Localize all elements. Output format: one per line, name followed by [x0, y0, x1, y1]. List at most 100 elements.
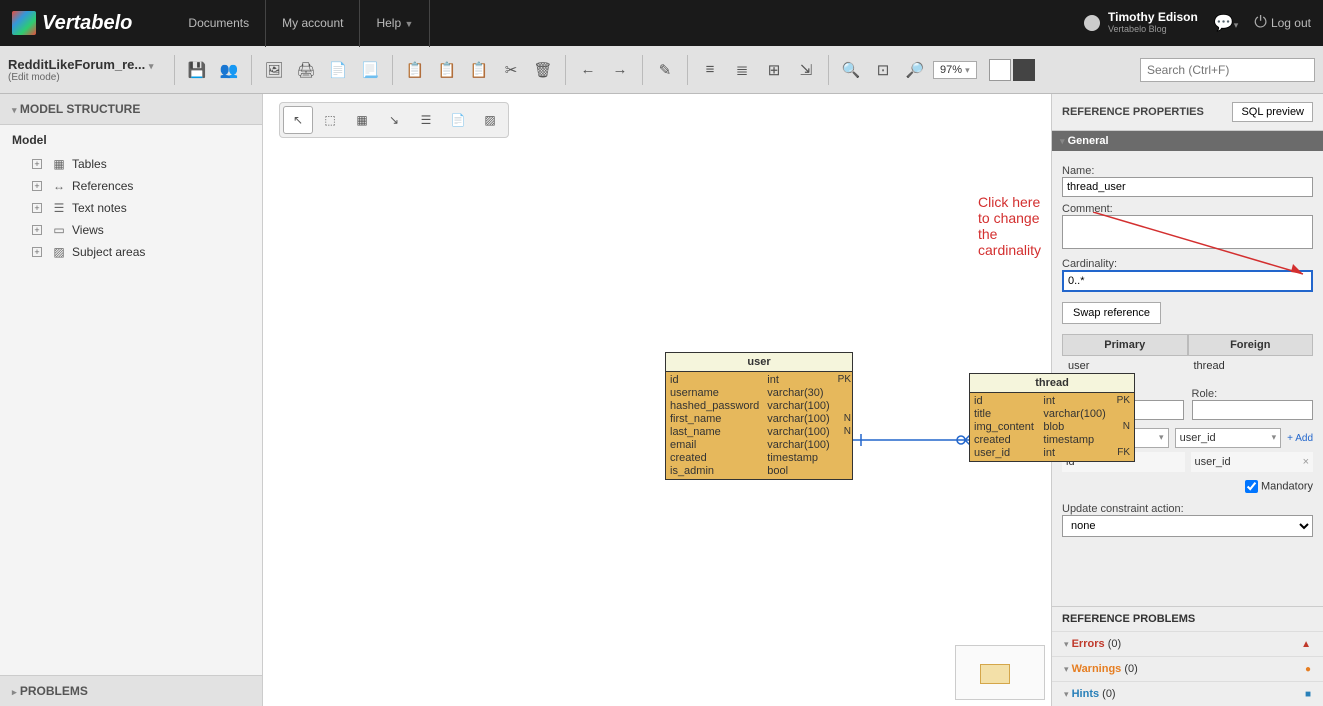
entity-user-header: user — [666, 353, 852, 372]
sql-preview-button[interactable]: SQL preview — [1232, 102, 1313, 122]
top-bar: Vertabelo Documents My account Help ▼ Ti… — [0, 0, 1323, 46]
search-input[interactable] — [1140, 58, 1315, 82]
reference-problems: REFERENCE PROBLEMS ▾ Errors (0) ▲ ▾ Warn… — [1052, 606, 1323, 706]
tree-item-views[interactable]: +▭Views — [12, 219, 250, 241]
foreign-role-input[interactable] — [1192, 400, 1314, 420]
model-tree: Model +▦Tables +↔References +☰Text notes… — [0, 125, 262, 675]
save-icon[interactable]: 💾 — [183, 56, 211, 84]
align-distribute-icon[interactable]: ⊞ — [760, 56, 788, 84]
panel-right-toggle[interactable] — [1013, 59, 1035, 81]
zoom-level[interactable]: 97% ▾ — [933, 61, 977, 79]
tree-root[interactable]: Model — [12, 133, 250, 147]
paste-icon[interactable]: 📋 — [433, 56, 461, 84]
entity-user-body: idintPK usernamevarchar(30) hashed_passw… — [666, 372, 852, 479]
user-block[interactable]: Timothy Edison Vertabelo Blog — [1084, 11, 1198, 34]
user-name: Timothy Edison — [1108, 11, 1198, 24]
avatar-icon — [1084, 15, 1100, 31]
panel-left-toggle[interactable] — [989, 59, 1011, 81]
mandatory-row: Mandatory — [1062, 480, 1313, 493]
tree-item-subjectareas[interactable]: +▨Subject areas — [12, 241, 250, 263]
toolbar: RedditLikeForum_re... ▾ (Edit mode) 💾 👥 … — [0, 46, 1323, 94]
zoom-in-icon[interactable]: 🔎 — [901, 56, 929, 84]
name-input[interactable] — [1062, 177, 1313, 197]
redo-icon[interactable]: → — [606, 56, 634, 84]
hint-icon: ■ — [1305, 689, 1311, 700]
area-icon: ▨ — [52, 245, 66, 259]
paste-special-icon[interactable]: 📋 — [465, 56, 493, 84]
primary-header: Primary — [1062, 334, 1188, 356]
tree-item-references[interactable]: +↔References — [12, 175, 250, 197]
top-menu: Documents My account Help ▼ — [172, 0, 430, 47]
error-icon: ▲ — [1301, 639, 1311, 650]
search-box — [1140, 58, 1315, 82]
undo-icon[interactable]: ← — [574, 56, 602, 84]
document-title-block[interactable]: RedditLikeForum_re... ▾ (Edit mode) — [8, 57, 158, 83]
entity-thread[interactable]: thread idintPK titlevarchar(100) img_con… — [969, 373, 1135, 462]
table-icon: ▦ — [52, 157, 66, 171]
logo[interactable]: Vertabelo — [12, 11, 132, 35]
document-mode: (Edit mode) — [8, 72, 158, 83]
entity-thread-body: idintPK titlevarchar(100) img_contentblo… — [970, 393, 1134, 461]
align-center-icon[interactable]: ≣ — [728, 56, 756, 84]
logout-link[interactable]: ⏻ Log out — [1254, 14, 1311, 32]
hints-row[interactable]: ▾ Hints (0) ■ — [1052, 681, 1323, 706]
power-icon: ⏻ — [1254, 14, 1267, 32]
auto-layout-icon[interactable]: ⇲ — [792, 56, 820, 84]
view-icon: ▭ — [52, 223, 66, 237]
problems-title: REFERENCE PROBLEMS — [1052, 607, 1323, 631]
canvas-area[interactable]: ↖ ⬚ ▦ ↘ ☰ 📄 ▨ user idintPK usernam — [263, 94, 1051, 706]
topbar-right: Timothy Edison Vertabelo Blog 💬▾ ⏻ Log o… — [1084, 11, 1311, 34]
warning-icon: ● — [1305, 664, 1311, 675]
annotation-arrow — [1093, 212, 1313, 282]
annotation-text: Click here to change the cardinality — [978, 194, 1051, 258]
user-sub: Vertabelo Blog — [1108, 25, 1198, 35]
print-icon[interactable]: 🖨 — [292, 56, 320, 84]
delete-icon[interactable]: 🗑 — [529, 56, 557, 84]
comments-icon[interactable]: 💬▾ — [1214, 13, 1238, 33]
errors-row[interactable]: ▾ Errors (0) ▲ — [1052, 631, 1323, 656]
entity-user[interactable]: user idintPK usernamevarchar(30) hashed_… — [665, 352, 853, 480]
align-left-icon[interactable]: ≡ — [696, 56, 724, 84]
add-mapping-link[interactable]: + Add — [1287, 433, 1313, 444]
image-icon[interactable]: 🖼 — [260, 56, 288, 84]
section-general[interactable]: ▾ General — [1052, 131, 1323, 151]
update-action-label: Update constraint action: — [1062, 503, 1313, 515]
mandatory-checkbox[interactable] — [1245, 480, 1258, 493]
right-panel-header: REFERENCE PROPERTIES SQL preview — [1052, 94, 1323, 131]
minimap[interactable] — [955, 645, 1045, 700]
chevron-down-icon: ▼ — [405, 19, 414, 29]
share-icon[interactable]: 👥 — [215, 56, 243, 84]
edit-mode-icon[interactable]: ✎ — [651, 56, 679, 84]
main: ▾ MODEL STRUCTURE Model +▦Tables +↔Refer… — [0, 94, 1323, 706]
map-foreign: user_id × — [1191, 452, 1314, 472]
zoom-fit-icon[interactable]: ⊡ — [869, 56, 897, 84]
doc-export-icon[interactable]: 📃 — [356, 56, 384, 84]
name-label: Name: — [1062, 165, 1313, 177]
diagram-canvas[interactable]: user idintPK usernamevarchar(30) hashed_… — [263, 94, 1051, 706]
sql-export-icon[interactable]: 📄 — [324, 56, 352, 84]
minimap-viewport — [980, 664, 1010, 684]
reference-icon: ↔ — [52, 179, 66, 193]
foreign-column-select[interactable]: user_id ▾ — [1175, 428, 1282, 448]
foreign-header: Foreign — [1188, 334, 1314, 356]
logo-icon — [12, 11, 36, 35]
swap-reference-button[interactable]: Swap reference — [1062, 302, 1161, 324]
update-action-select[interactable]: none — [1062, 515, 1313, 537]
menu-documents[interactable]: Documents — [172, 0, 266, 47]
remove-mapping-icon[interactable]: × — [1303, 456, 1309, 468]
right-panel-title: REFERENCE PROPERTIES — [1062, 106, 1204, 118]
menu-help[interactable]: Help ▼ — [360, 0, 430, 47]
brand-text: Vertabelo — [42, 12, 132, 35]
cut-icon[interactable]: ✂ — [497, 56, 525, 84]
note-icon: ☰ — [52, 201, 66, 215]
problems-collapsed[interactable]: ▸ PROBLEMS — [0, 675, 262, 706]
left-panel-header[interactable]: ▾ MODEL STRUCTURE — [0, 94, 262, 125]
copy-icon[interactable]: 📋 — [401, 56, 429, 84]
view-toggles — [989, 59, 1035, 81]
tree-item-tables[interactable]: +▦Tables — [12, 153, 250, 175]
zoom-out-icon[interactable]: 🔍 — [837, 56, 865, 84]
relationship-line[interactable] — [853, 432, 971, 448]
menu-my-account[interactable]: My account — [266, 0, 360, 47]
tree-item-textnotes[interactable]: +☰Text notes — [12, 197, 250, 219]
warnings-row[interactable]: ▾ Warnings (0) ● — [1052, 656, 1323, 681]
